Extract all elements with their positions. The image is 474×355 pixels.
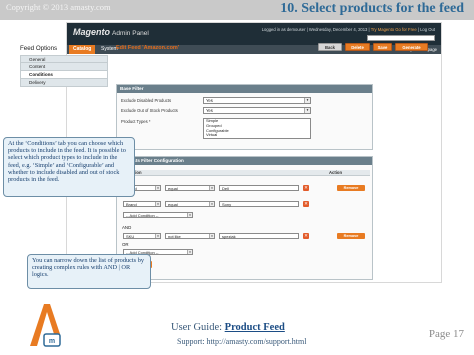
magento-logo: Magento Admin Panel (73, 27, 149, 37)
attribute-select[interactable]: Brand▾ (123, 201, 161, 207)
slide-title: 10. Select products for the feed (280, 1, 464, 16)
attribute-select[interactable]: SKU ▾ (123, 233, 161, 239)
conditions-callout: At the ‘Conditions’ tab you can choose w… (3, 137, 135, 197)
product-feed-link[interactable]: Product Feed (225, 322, 285, 333)
admin-header: Magento Admin Panel Logged in as demouser… (67, 23, 441, 45)
products-filter-section: Products Filter Configuration ConditionA… (116, 156, 373, 280)
exclude-disabled-label: Exclude Disabled Products (121, 98, 172, 103)
tab-conditions[interactable]: Conditions (20, 71, 108, 79)
nav-catalog[interactable]: Catalog (69, 45, 96, 54)
copyright-text: Copyright © 2013 amasty.com (6, 2, 111, 12)
operator-select[interactable]: equal ▾ (165, 201, 215, 207)
product-types-label: Product Types * (121, 119, 151, 124)
product-type-option[interactable]: Virtual (204, 133, 310, 138)
exclude-out-of-stock-label: Exclude Out of Stock Products (121, 108, 178, 113)
exclude-out-of-stock-select[interactable]: Yes ▾ (203, 107, 311, 114)
value-input[interactable]: speziak (219, 233, 299, 239)
save-button[interactable]: Save (373, 43, 392, 51)
add-condition-select[interactable]: -- Add Condition -- ▾ (123, 212, 193, 218)
header-user-info: Logged in as demouser | Wednesday, Decem… (261, 27, 435, 32)
operator-select[interactable]: not like ▾ (165, 233, 215, 239)
value-input[interactable]: Dell (219, 185, 299, 191)
remove-button[interactable]: Remove (337, 233, 365, 239)
feed-options-title: Feed Options (20, 45, 58, 52)
operator-select[interactable]: equal ▾ (165, 185, 215, 191)
base-filter-section: Base Filter Exclude Disabled Products Ye… (116, 84, 373, 150)
tab-general[interactable]: General (20, 55, 108, 63)
delete-button[interactable]: Delete (345, 43, 370, 51)
tab-delivery[interactable]: Delivery (20, 79, 108, 87)
remove-button[interactable]: Remove (337, 185, 365, 191)
footer-support: Support: http://amasty.com/support.html (177, 337, 307, 346)
conditions-header: ConditionAction (120, 170, 370, 176)
or-label: OR (122, 242, 129, 247)
rules-callout: You can narrow down the list of products… (27, 254, 151, 289)
edit-feed-title: Edit Feed 'Amazon.com' (116, 45, 180, 51)
exclude-disabled-select[interactable]: Yes ▾ (203, 97, 311, 104)
feed-tabs: General Content Conditions Delivery (20, 55, 108, 87)
amasty-logo-icon: m (30, 304, 61, 347)
page-number: Page 17 (428, 328, 464, 340)
base-filter-heading: Base Filter (117, 85, 372, 93)
chevron-down-icon: ▾ (304, 108, 310, 113)
generate-button[interactable]: Generate (395, 43, 428, 51)
product-types-multiselect[interactable]: Simple Grouped Configurable Virtual (203, 118, 311, 139)
back-button[interactable]: Back (318, 43, 342, 51)
remove-condition-icon[interactable]: ✕ (303, 233, 309, 239)
remove-condition-icon[interactable]: ✕ (303, 185, 309, 191)
chevron-down-icon: ▾ (304, 98, 310, 103)
footer-guide: User Guide: Product Feed (171, 322, 285, 333)
logout-link[interactable]: | Log Out (418, 27, 435, 32)
global-search-input[interactable] (367, 35, 435, 41)
remove-condition-icon[interactable]: ✕ (303, 201, 309, 207)
filter-config-heading: Products Filter Configuration (117, 157, 372, 165)
try-magento-link[interactable]: Try Magento Go for Free (371, 27, 417, 32)
value-input[interactable]: Sony (219, 201, 299, 207)
svg-text:m: m (49, 338, 55, 345)
tab-content[interactable]: Content (20, 63, 108, 71)
and-label: AND (122, 225, 132, 230)
